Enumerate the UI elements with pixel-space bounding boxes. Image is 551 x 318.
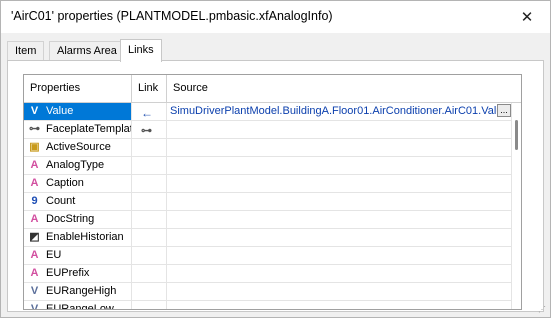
link-cell[interactable]	[132, 283, 167, 300]
v-icon: V	[30, 285, 39, 297]
header-link[interactable]: Link	[132, 75, 167, 102]
table-row[interactable]: A EUPrefix	[24, 265, 521, 283]
tab-alarms-area[interactable]: Alarms Area	[49, 41, 125, 61]
source-icon: ▣	[29, 141, 40, 153]
text-a-icon: A	[30, 177, 39, 189]
title-bar: 'AirC01' properties (PLANTMODEL.pmbasic.…	[1, 1, 550, 33]
properties-grid: Properties Link Source V Value ← SimuDriver…	[23, 74, 522, 310]
link-cell[interactable]	[132, 139, 167, 156]
source-cell[interactable]	[167, 283, 512, 300]
property-cell[interactable]: A Caption	[24, 175, 132, 192]
resize-grip-icon[interactable]: ⋰	[538, 305, 548, 315]
property-cell[interactable]: A EU	[24, 247, 132, 264]
browse-button[interactable]: ...	[497, 104, 511, 117]
property-name: EnableHistorian	[46, 231, 124, 243]
text-a-icon: A	[30, 159, 39, 171]
property-name: EU	[46, 249, 62, 261]
link-cell[interactable]: ⊶	[132, 121, 167, 138]
source-cell[interactable]	[167, 121, 512, 138]
source-value: SimuDriverPlantModel.BuildingA.Floor01.A…	[170, 105, 509, 117]
chain-link-icon: ⊶	[141, 125, 152, 137]
property-name: Caption	[46, 177, 84, 189]
link-cell[interactable]	[132, 193, 167, 210]
table-row[interactable]: A DocString	[24, 211, 521, 229]
source-cell[interactable]	[167, 247, 512, 264]
boolean-icon: ◩	[29, 231, 40, 243]
properties-dialog: 'AirC01' properties (PLANTMODEL.pmbasic.…	[0, 0, 551, 318]
table-row[interactable]: A EU	[24, 247, 521, 265]
text-a-icon: A	[30, 267, 39, 279]
property-cell[interactable]: A DocString	[24, 211, 132, 228]
close-icon[interactable]: ✕	[504, 1, 550, 33]
scrollbar-thumb[interactable]	[515, 120, 518, 150]
source-cell[interactable]	[167, 229, 512, 246]
link-cell[interactable]	[132, 229, 167, 246]
property-name: DocString	[46, 213, 95, 225]
property-cell[interactable]: A EUPrefix	[24, 265, 132, 282]
tab-strip: Item Alarms Area Links	[7, 39, 544, 62]
text-a-icon: A	[30, 213, 39, 225]
property-cell[interactable]: ◩ EnableHistorian	[24, 229, 132, 246]
property-name: ActiveSource	[46, 141, 111, 153]
table-row[interactable]: A Caption	[24, 175, 521, 193]
link-arrow-icon: ←	[141, 106, 153, 120]
property-name: Count	[46, 195, 76, 207]
source-cell[interactable]	[167, 193, 512, 210]
header-source[interactable]: Source	[167, 75, 512, 102]
source-cell[interactable]	[167, 175, 512, 192]
v-icon: V	[30, 303, 39, 310]
link-cell[interactable]	[132, 265, 167, 282]
table-row[interactable]: V Value ← SimuDriverPlantModel.BuildingA.Fl…	[24, 103, 521, 121]
link-cell[interactable]	[132, 175, 167, 192]
links-panel: Properties Link Source V Value ← SimuDriver…	[7, 60, 544, 312]
property-name: FaceplateTemplate	[46, 123, 132, 135]
number-icon: 9	[31, 195, 38, 207]
link-cell[interactable]	[132, 157, 167, 174]
link-cell[interactable]	[132, 301, 167, 309]
v-icon: V	[30, 105, 39, 117]
source-cell[interactable]	[167, 301, 512, 309]
table-row[interactable]: 9 Count	[24, 193, 521, 211]
source-cell[interactable]	[167, 157, 512, 174]
source-cell[interactable]	[167, 211, 512, 228]
property-name: EURangeLow	[46, 303, 114, 310]
table-row[interactable]: ▣ ActiveSource	[24, 139, 521, 157]
table-row[interactable]: ⊶ FaceplateTemplate ⊶	[24, 121, 521, 139]
property-name: AnalogType	[46, 159, 105, 171]
source-cell[interactable]	[167, 265, 512, 282]
link-cell[interactable]: ←	[132, 103, 167, 120]
window-title: 'AirC01' properties (PLANTMODEL.pmbasic.…	[11, 9, 333, 23]
link-cell[interactable]	[132, 247, 167, 264]
property-cell[interactable]: V Value	[24, 103, 132, 120]
vertical-scrollbar[interactable]	[512, 103, 521, 309]
link-icon: ⊶	[29, 123, 40, 135]
source-cell[interactable]: SimuDriverPlantModel.BuildingA.Floor01.A…	[167, 103, 512, 120]
grid-rows: V Value ← SimuDriverPlantModel.BuildingA.Fl…	[24, 103, 521, 310]
table-row[interactable]: A AnalogType	[24, 157, 521, 175]
table-row[interactable]: ◩ EnableHistorian	[24, 229, 521, 247]
property-name: Value	[46, 105, 74, 117]
property-cell[interactable]: V EURangeHigh	[24, 283, 132, 300]
tab-links[interactable]: Links	[120, 39, 162, 62]
table-row[interactable]: V EURangeLow	[24, 301, 521, 310]
property-name: EUPrefix	[46, 267, 90, 279]
source-cell[interactable]	[167, 139, 512, 156]
tab-item[interactable]: Item	[7, 41, 45, 61]
property-cell[interactable]: A AnalogType	[24, 157, 132, 174]
property-cell[interactable]: 9 Count	[24, 193, 132, 210]
link-cell[interactable]	[132, 211, 167, 228]
table-row[interactable]: V EURangeHigh	[24, 283, 521, 301]
header-properties[interactable]: Properties	[24, 75, 132, 102]
property-name: EURangeHigh	[46, 285, 117, 297]
property-cell[interactable]: ⊶ FaceplateTemplate	[24, 121, 132, 138]
grid-header: Properties Link Source	[24, 75, 521, 103]
property-cell[interactable]: V EURangeLow	[24, 301, 132, 310]
property-cell[interactable]: ▣ ActiveSource	[24, 139, 132, 156]
text-a-icon: A	[30, 249, 39, 261]
